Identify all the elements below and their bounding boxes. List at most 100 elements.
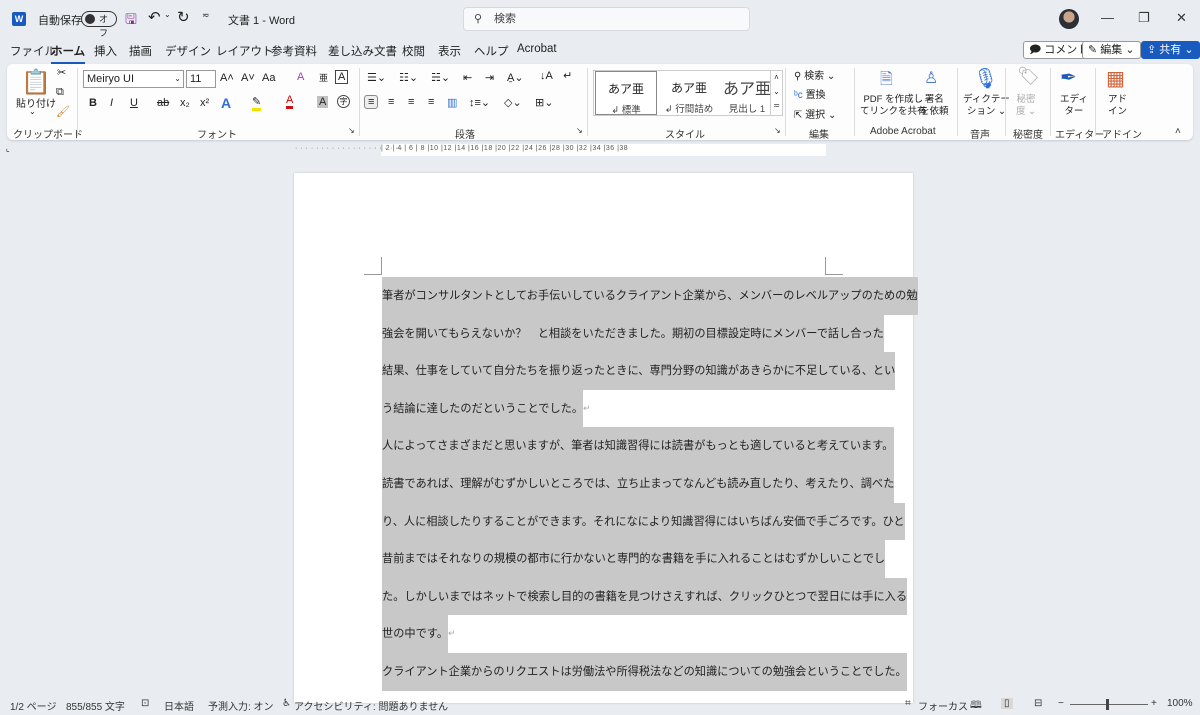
font-size-select[interactable]: 11 — [186, 70, 216, 88]
undo-dropdown-icon[interactable]: ⌄ — [164, 10, 171, 19]
tab-draw[interactable]: 描画 — [129, 43, 152, 59]
font-name-select[interactable]: Meiryo UI ⌄ — [83, 70, 184, 88]
copy-icon[interactable]: ⧉ — [56, 86, 64, 99]
decrease-indent-icon[interactable]: ⇤ — [463, 71, 472, 84]
collapse-ribbon-icon[interactable]: ˄ — [1175, 126, 1181, 137]
autosave-toggle[interactable]: オフ — [81, 11, 117, 38]
paste-button[interactable]: 貼り付け — [16, 95, 56, 110]
multilevel-list-icon[interactable]: ☵⌄ — [431, 71, 450, 84]
style-no-spacing[interactable]: あア亜 ↲ 行間詰め — [658, 71, 720, 115]
proofing-icon[interactable]: ⊡ — [141, 698, 149, 709]
tab-insert[interactable]: 挿入 — [94, 43, 117, 59]
styles-dialog-launcher-icon[interactable]: ↘ — [774, 126, 781, 135]
paste-icon[interactable]: 📋 — [21, 68, 51, 97]
shading-icon[interactable]: ◇⌄ — [504, 96, 522, 109]
borders-icon[interactable]: ⊞⌄ — [535, 96, 553, 109]
addins-button[interactable]: アド イン — [1108, 94, 1127, 118]
minimize-button[interactable]: — — [1101, 10, 1114, 25]
customize-qat-icon[interactable]: ≂ — [202, 10, 210, 21]
align-left-button[interactable]: ≡ — [364, 95, 379, 109]
editor-button[interactable]: エディ ター — [1060, 94, 1088, 118]
microphone-icon[interactable]: 🎙 — [973, 66, 998, 91]
text-effects-icon[interactable]: A — [221, 95, 231, 111]
dictate-button[interactable]: ディクテー ション ⌄ — [963, 94, 1010, 118]
undo-icon[interactable]: ↶ — [148, 8, 161, 26]
cut-icon[interactable]: ✂ — [57, 66, 66, 79]
paste-dropdown-icon[interactable]: ⌄ — [29, 107, 36, 116]
tab-design[interactable]: デザイン — [165, 43, 211, 59]
text-predictions[interactable]: 予測入力: オン — [208, 698, 274, 713]
tab-help[interactable]: ヘルプ — [474, 43, 509, 59]
zoom-out-button[interactable]: − — [1058, 698, 1064, 709]
highlight-color-icon[interactable]: ✎ — [252, 95, 262, 111]
bullets-icon[interactable]: ☰⌄ — [367, 71, 386, 84]
tab-references[interactable]: 参考資料 — [271, 43, 317, 59]
show-marks-icon[interactable]: ↵ — [563, 69, 572, 82]
change-case-button[interactable]: Aa — [262, 72, 275, 84]
increase-indent-icon[interactable]: ⇥ — [485, 71, 494, 84]
align-right-button[interactable]: ≡ — [408, 96, 414, 108]
tab-file[interactable]: ファイル — [10, 43, 56, 59]
character-border-icon[interactable]: A — [335, 70, 349, 84]
document-page[interactable]: 筆者がコンサルタントとしてお手伝いしているクライアント企業から、メンバーのレベル… — [294, 173, 918, 703]
tab-review[interactable]: 校閲 — [402, 43, 425, 59]
grow-font-icon[interactable]: A˄ — [220, 72, 234, 84]
zoom-in-button[interactable]: + — [1151, 698, 1157, 709]
shrink-font-icon[interactable]: A˅ — [241, 72, 255, 84]
zoom-level[interactable]: 100% — [1167, 698, 1193, 709]
word-count[interactable]: 855/855 文字 — [66, 698, 125, 713]
strikethrough-button[interactable]: ab — [157, 97, 169, 109]
italic-button[interactable]: I — [110, 97, 113, 109]
line-spacing-icon[interactable]: ↕≡⌄ — [469, 96, 490, 109]
clear-formatting-icon[interactable]: A — [297, 71, 304, 83]
editor-pen-icon[interactable]: ✒ — [1060, 65, 1077, 90]
accessibility-status[interactable]: アクセシビリティ: 問題ありません — [294, 698, 448, 713]
document-body[interactable]: 筆者がコンサルタントとしてお手伝いしているクライアント企業から、メンバーのレベル… — [382, 277, 918, 691]
font-dialog-launcher-icon[interactable]: ↘ — [348, 126, 355, 135]
horizontal-ruler[interactable]: · · · · · · · · · · · · · · · · · · · · … — [295, 144, 912, 156]
superscript-button[interactable]: x² — [200, 97, 209, 109]
addins-grid-icon[interactable]: ▦ — [1106, 66, 1125, 91]
font-color-icon[interactable]: A — [286, 94, 294, 109]
focus-mode-button[interactable]: フォーカス — [918, 698, 968, 713]
share-button[interactable]: ⇪ 共有 ⌄ — [1141, 41, 1200, 59]
style-normal[interactable]: あア亜 ↲ 標準 — [595, 71, 657, 116]
tab-stop-selector[interactable]: ⌞ — [6, 144, 10, 153]
tab-view[interactable]: 表示 — [438, 43, 461, 59]
search-box[interactable]: ⚲ 検索 — [463, 7, 750, 31]
tab-mailings[interactable]: 差し込み文書 — [328, 43, 397, 59]
user-avatar[interactable] — [1059, 9, 1079, 29]
pdf-share-icon[interactable]: 🗎 — [880, 68, 893, 95]
select-button[interactable]: ⇱ 選択 ⌄ — [794, 106, 836, 121]
save-icon[interactable]: 🖫 — [125, 9, 137, 33]
numbering-icon[interactable]: ☷⌄ — [399, 71, 418, 84]
sort-icon[interactable]: ↓A — [540, 70, 553, 82]
language[interactable]: 日本語 — [164, 698, 194, 713]
tab-home[interactable]: ホーム — [51, 43, 86, 64]
format-painter-icon[interactable]: 🖌 — [56, 105, 70, 118]
asian-layout-icon[interactable]: A̱⌄ — [507, 71, 524, 84]
find-button[interactable]: ⚲ 検索 ⌄ — [794, 67, 835, 82]
justify-button[interactable]: ≡ — [428, 96, 434, 108]
restore-button[interactable]: ❐ — [1138, 10, 1150, 26]
close-button[interactable]: ✕ — [1176, 10, 1187, 26]
bold-button[interactable]: B — [89, 97, 97, 109]
tab-acrobat[interactable]: Acrobat — [517, 43, 557, 55]
enclose-characters-icon[interactable]: 字 — [337, 95, 350, 108]
tab-layout[interactable]: レイアウト — [216, 43, 274, 59]
request-signature-button[interactable]: 署名 を依頼 — [920, 94, 949, 118]
web-layout-icon[interactable]: ⊟ — [1034, 698, 1042, 709]
subscript-button[interactable]: x₂ — [180, 97, 190, 109]
print-layout-icon[interactable]: ▯ — [1001, 698, 1013, 709]
create-pdf-share-button[interactable]: PDF を作成し てリンクを共有 — [860, 94, 927, 118]
phonetic-guide-icon[interactable]: 亜 — [319, 71, 328, 84]
styles-scroll[interactable]: ˄ ⌄ ≂ — [770, 71, 782, 115]
edit-mode-button[interactable]: ✎ 編集 ⌄ — [1082, 41, 1141, 59]
align-center-button[interactable]: ≡ — [388, 96, 394, 108]
underline-button[interactable]: U — [130, 97, 138, 109]
zoom-slider[interactable] — [1070, 699, 1148, 710]
paragraph-dialog-launcher-icon[interactable]: ↘ — [576, 126, 583, 135]
redo-icon[interactable]: ↻ — [177, 8, 190, 26]
read-mode-icon[interactable]: 🕮 — [970, 698, 982, 715]
character-shading-icon[interactable]: A — [317, 96, 329, 108]
